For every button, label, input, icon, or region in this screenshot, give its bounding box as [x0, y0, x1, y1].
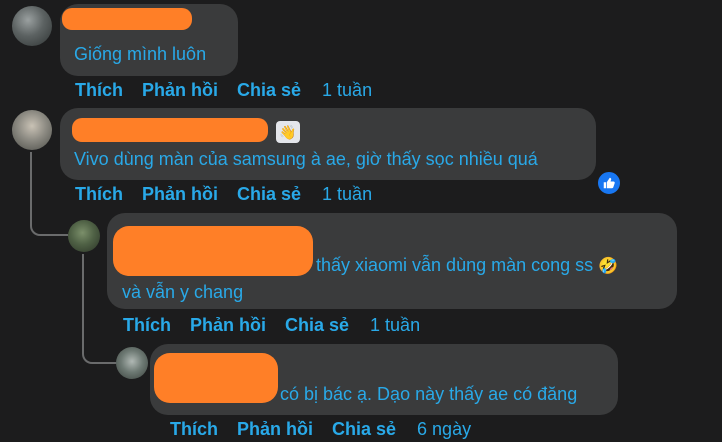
comment-text: có bị bác ạ. Dạo này thấy ae có đăng	[280, 384, 578, 404]
timestamp[interactable]: 1 tuần	[322, 184, 372, 205]
comment-actions: Thích Phản hồi Chia sẻ 1 tuần	[75, 80, 372, 101]
timestamp[interactable]: 1 tuần	[370, 315, 420, 336]
timestamp[interactable]: 6 ngày	[417, 419, 471, 440]
redacted-author-name	[154, 353, 278, 403]
reply-button[interactable]: Phản hồi	[142, 184, 218, 205]
rofl-emoji: 🤣	[598, 258, 619, 275]
share-button[interactable]: Chia sẻ	[237, 80, 301, 101]
comment-text: Giống mình luôn	[74, 44, 207, 64]
share-button[interactable]: Chia sẻ	[332, 419, 396, 440]
like-button[interactable]: Thích	[75, 80, 123, 101]
comment-actions: Thích Phản hồi Chia sẻ 1 tuần	[123, 315, 420, 336]
comment-text: và vẫn y chang	[122, 282, 244, 302]
like-button[interactable]: Thích	[123, 315, 171, 336]
reply-button[interactable]: Phản hồi	[142, 80, 218, 101]
share-button[interactable]: Chia sẻ	[237, 184, 301, 205]
like-button[interactable]: Thích	[75, 184, 123, 205]
redacted-author-name	[72, 118, 268, 142]
comment-actions: Thích Phản hồi Chia sẻ 1 tuần	[75, 184, 372, 205]
avatar[interactable]	[116, 347, 148, 379]
like-button[interactable]: Thích	[170, 419, 218, 440]
redacted-author-name	[62, 8, 192, 30]
comment-text: thấy xiaomi vẫn dùng màn cong ss 🤣	[316, 252, 618, 280]
avatar[interactable]	[12, 110, 52, 150]
share-button[interactable]: Chia sẻ	[285, 315, 349, 336]
like-icon[interactable]	[596, 170, 622, 196]
reply-button[interactable]: Phản hồi	[237, 419, 313, 440]
waving-hand-icon: 👋	[276, 121, 300, 143]
comment-actions: Thích Phản hồi Chia sẻ 6 ngày	[170, 419, 471, 440]
avatar[interactable]	[68, 220, 100, 252]
comment-text: Vivo dùng màn của samsung à ae, giờ thấy…	[74, 149, 538, 169]
timestamp[interactable]: 1 tuần	[322, 80, 372, 101]
redacted-author-name	[113, 226, 313, 276]
reply-button[interactable]: Phản hồi	[190, 315, 266, 336]
comment-text-line: thấy xiaomi vẫn dùng màn cong ss	[316, 255, 594, 275]
avatar[interactable]	[12, 6, 52, 46]
